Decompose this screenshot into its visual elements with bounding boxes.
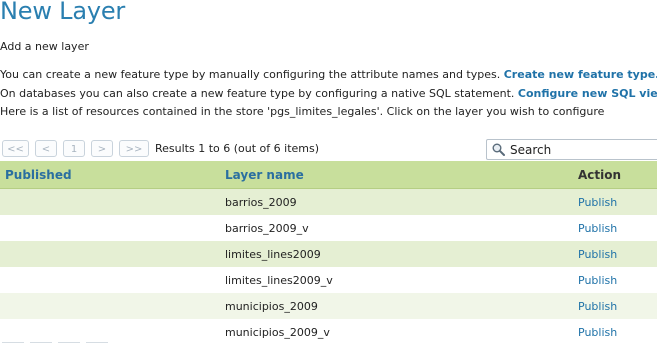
publish-link[interactable]: Publish (578, 248, 617, 261)
publish-link[interactable]: Publish (578, 326, 617, 339)
table-row: limites_lines2009_v Publish (0, 267, 657, 293)
results-count: Results 1 to 6 (out of 6 items) (155, 142, 320, 155)
published-column-header[interactable]: Published (0, 161, 225, 189)
description-text-2: On databases you can also create a new f… (0, 87, 518, 100)
published-cell (0, 267, 225, 293)
table-row: municipios_2009 Publish (0, 293, 657, 319)
table-header-row: Published Layer name Action (0, 161, 657, 189)
bottom-pager-button-edge (58, 342, 80, 346)
search-box[interactable] (486, 139, 657, 160)
page-number-button[interactable]: 1 (63, 140, 85, 157)
published-cell (0, 293, 225, 319)
bottom-pager-button-edge (30, 342, 52, 346)
publish-link[interactable]: Publish (578, 300, 617, 313)
create-feature-type-link[interactable]: Create new feature type... (504, 68, 657, 81)
layer-name-column-header[interactable]: Layer name (225, 161, 578, 189)
new-layer-page: New Layer Add a new layer You can create… (0, 0, 657, 346)
published-cell (0, 215, 225, 241)
page-subtitle: Add a new layer (0, 40, 89, 53)
bottom-pager-button-edge (2, 342, 24, 346)
next-page-button[interactable]: > (91, 140, 113, 157)
publish-link[interactable]: Publish (578, 274, 617, 287)
table-row: barrios_2009 Publish (0, 188, 657, 215)
published-cell (0, 241, 225, 267)
first-page-button[interactable]: << (2, 140, 29, 157)
description-text-1: You can create a new feature type by man… (0, 68, 504, 81)
layer-name-cell: limites_lines2009 (225, 241, 578, 267)
description-line-1: You can create a new feature type by man… (0, 68, 657, 81)
last-page-button[interactable]: >> (119, 140, 149, 157)
configure-sql-view-link[interactable]: Configure new SQL view... (518, 87, 657, 100)
previous-page-button[interactable]: < (35, 140, 57, 157)
bottom-pagination-edge (2, 342, 162, 346)
page-title: New Layer (0, 0, 126, 25)
published-cell (0, 188, 225, 215)
table-row: limites_lines2009 Publish (0, 241, 657, 267)
layer-name-cell: municipios_2009_v (225, 319, 578, 345)
description-line-2: On databases you can also create a new f… (0, 87, 657, 100)
layer-name-cell: barrios_2009 (225, 188, 578, 215)
layer-name-cell: barrios_2009_v (225, 215, 578, 241)
magnifier-icon (492, 143, 505, 156)
publish-link[interactable]: Publish (578, 222, 617, 235)
action-column-header: Action (578, 161, 657, 189)
search-input[interactable] (510, 142, 650, 157)
bottom-pager-button-edge (86, 342, 108, 346)
layers-table: Published Layer name Action barrios_2009… (0, 161, 657, 345)
pagination: << < 1 > >> Results 1 to 6 (out of 6 ite… (2, 139, 319, 158)
table-row: barrios_2009_v Publish (0, 215, 657, 241)
publish-link[interactable]: Publish (578, 196, 617, 209)
description-line-3: Here is a list of resources contained in… (0, 105, 605, 118)
layer-name-cell: limites_lines2009_v (225, 267, 578, 293)
layer-name-cell: municipios_2009 (225, 293, 578, 319)
